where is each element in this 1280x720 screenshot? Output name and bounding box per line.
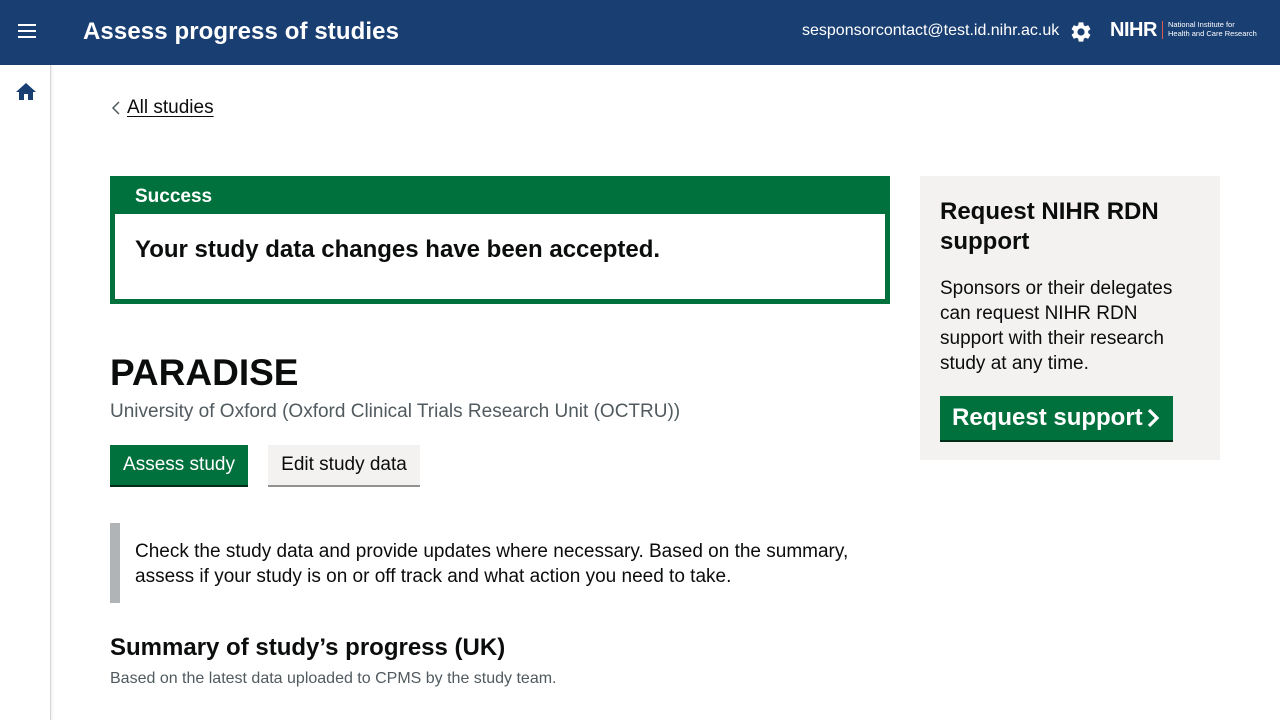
request-support-label: Request support xyxy=(952,404,1143,431)
sidebar xyxy=(0,65,51,720)
study-title: PARADISE xyxy=(110,352,299,393)
banner-message: Your study data changes have been accept… xyxy=(135,236,661,263)
summary-heading: Summary of study’s progress (UK) xyxy=(110,634,506,661)
support-heading: Request NIHR RDN support xyxy=(940,198,1159,255)
support-body: Sponsors or their delegates can request … xyxy=(940,278,1173,374)
edit-study-data-button[interactable]: Edit study data xyxy=(268,445,420,485)
success-banner: Success Your study data changes have bee… xyxy=(110,176,890,304)
app-title: Assess progress of studies xyxy=(83,18,400,45)
menu-icon[interactable] xyxy=(14,20,40,46)
inset-paragraph: Check the study data and provide updates… xyxy=(135,541,849,587)
banner-title: Success xyxy=(135,186,213,207)
back-link-all-studies[interactable]: All studies xyxy=(127,97,214,119)
logo-divider xyxy=(1162,21,1163,39)
inset-text: Check the study data and provide updates… xyxy=(110,523,890,603)
chevron-left-icon xyxy=(111,101,120,115)
logo-sub-line1: National Institute for xyxy=(1168,20,1235,29)
study-organisation: University of Oxford (Oxford Clinical Tr… xyxy=(110,401,681,422)
top-header: Assess progress of studies sesponsorcont… xyxy=(0,0,1280,65)
support-panel: Request NIHR RDN support Sponsors or the… xyxy=(920,176,1220,460)
logo-sub-text: National Institute for Health and Care R… xyxy=(1168,20,1257,38)
logo-main-text: NIHR xyxy=(1110,19,1157,41)
assess-study-button[interactable]: Assess study xyxy=(110,445,248,485)
nihr-logo: NIHR National Institute for Health and C… xyxy=(1110,19,1270,43)
banner-body: Your study data changes have been accept… xyxy=(115,214,885,299)
summary-subtext: Based on the latest data uploaded to CPM… xyxy=(110,670,557,687)
logo-sub-line2: Health and Care Research xyxy=(1168,29,1257,38)
gear-icon[interactable] xyxy=(1069,20,1093,44)
home-icon[interactable] xyxy=(14,80,38,104)
user-email: sesponsorcontact@test.id.nihr.ac.uk xyxy=(802,22,1060,39)
request-support-button[interactable]: Request support xyxy=(940,396,1173,440)
chevron-right-icon xyxy=(1147,408,1160,428)
